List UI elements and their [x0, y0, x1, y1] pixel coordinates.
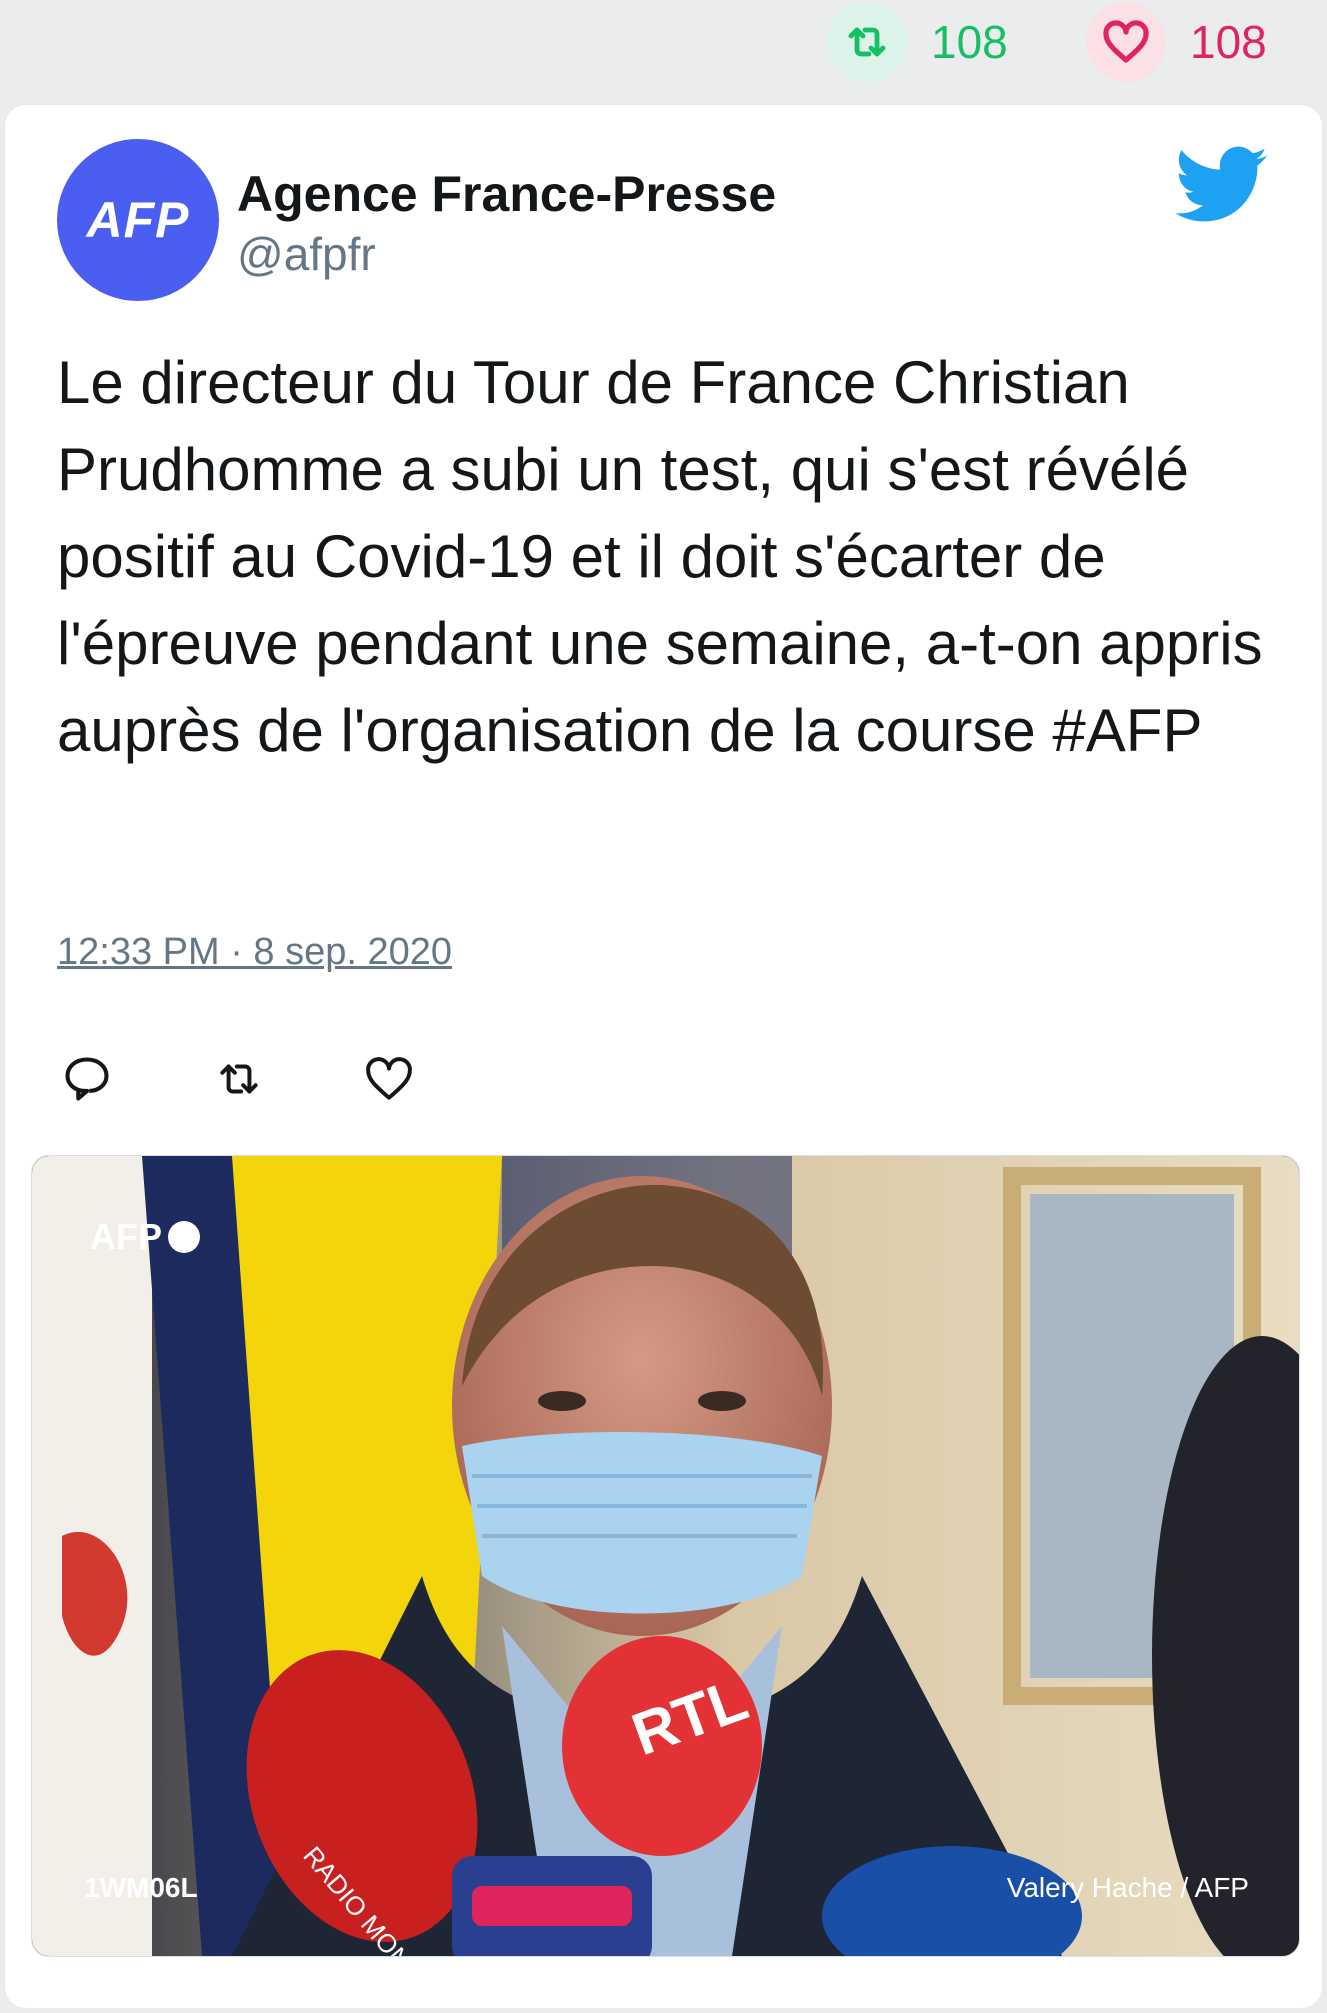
photo-code: 1WM06L — [84, 1872, 198, 1903]
like-count: 108 — [1190, 16, 1267, 68]
photo-illustration: RTL RADIO MONACO — [32, 1156, 1299, 1956]
engagement-bar: 108 108 — [0, 0, 1327, 100]
display-name[interactable]: Agence France-Presse — [237, 165, 776, 223]
retweet-icon — [827, 2, 907, 82]
avatar-logo-text: AFP — [86, 192, 190, 248]
afp-watermark-text: AFP — [90, 1216, 162, 1257]
afp-watermark: AFP — [90, 1216, 200, 1258]
like-icon[interactable] — [359, 1049, 419, 1109]
watermark-dot-icon — [168, 1221, 200, 1253]
tweet-timestamp[interactable]: 12:33 PM · 8 sep. 2020 — [57, 931, 452, 974]
retweet-icon[interactable] — [209, 1049, 269, 1109]
retweet-stat[interactable]: 108 — [827, 0, 1008, 84]
reply-icon[interactable] — [57, 1049, 117, 1109]
tweet-text: Le directeur du Tour de France Christian… — [57, 349, 1263, 764]
twitter-bird-icon[interactable] — [1175, 145, 1267, 225]
tweet-photo[interactable]: RTL RADIO MONACO AFP 1WM06L Valery Hache… — [31, 1155, 1300, 1957]
like-stat[interactable]: 108 — [1086, 0, 1267, 84]
avatar[interactable]: AFP — [57, 139, 219, 301]
tweet-card[interactable]: AFP Agence France-Presse @afpfr Le direc… — [4, 104, 1323, 2009]
heart-icon — [1086, 2, 1166, 82]
user-handle[interactable]: @afpfr — [237, 227, 376, 281]
retweet-count: 108 — [931, 16, 1008, 68]
photo-credit: Valery Hache / AFP — [1006, 1872, 1249, 1903]
